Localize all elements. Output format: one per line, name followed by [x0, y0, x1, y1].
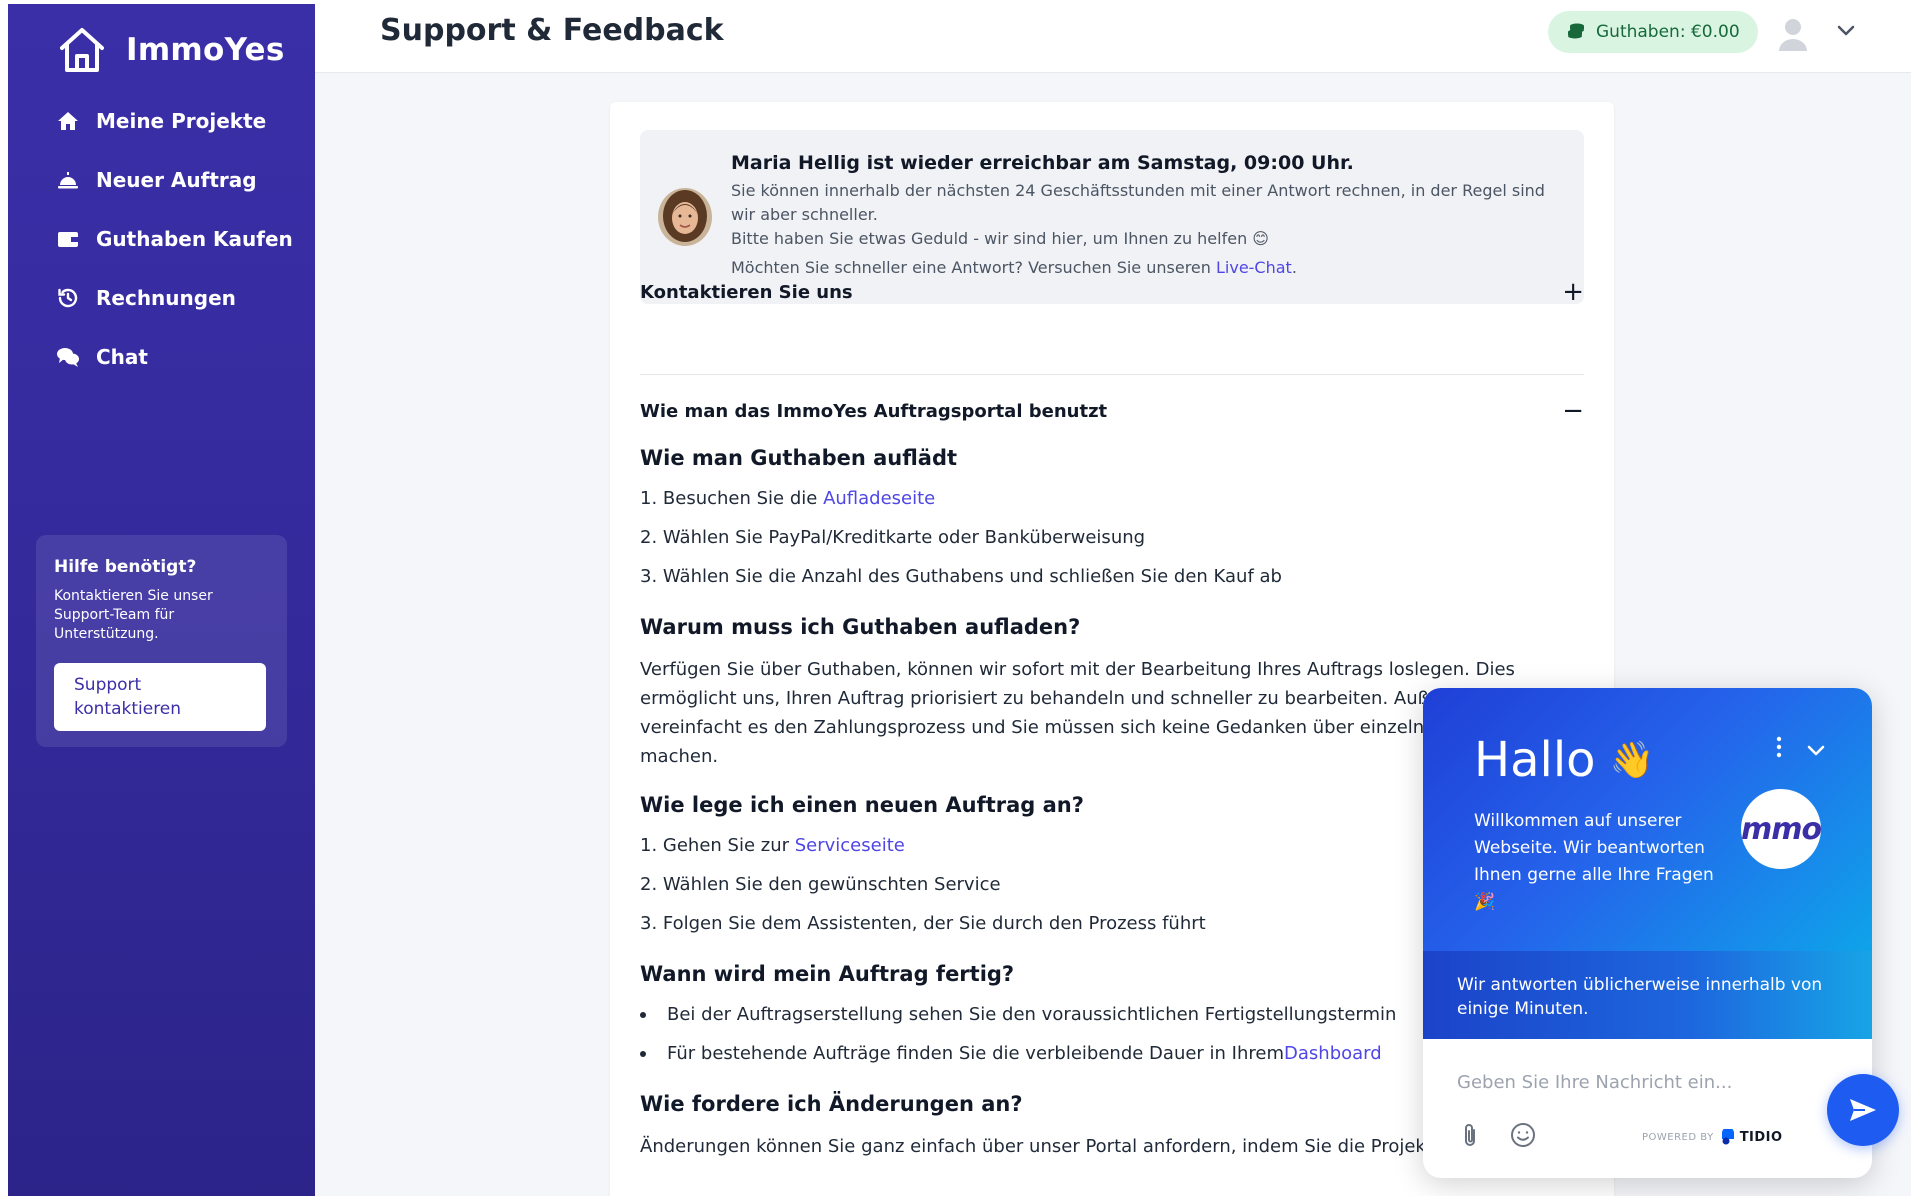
app-name: ImmoYes	[126, 32, 285, 68]
tidio-logo-icon	[1721, 1129, 1734, 1145]
plus-icon[interactable]: +	[1562, 277, 1584, 307]
faq-step: 3. Folgen Sie dem Assistenten, der Sie d…	[640, 913, 1206, 934]
coins-icon	[1568, 23, 1584, 39]
page-title: Support & Feedback	[380, 13, 724, 48]
accordion-label: Wie man das ImmoYes Auftragsportal benut…	[640, 400, 1108, 422]
bullet-dot	[640, 1050, 646, 1057]
serviceseite-link[interactable]: Serviceseite	[795, 835, 905, 856]
notice-title: Maria Hellig ist wieder erreichbar am Sa…	[731, 152, 1354, 174]
agent-avatar	[658, 188, 712, 246]
sidebar-item-label: Guthaben Kaufen	[96, 227, 293, 251]
minus-icon[interactable]: −	[1562, 396, 1584, 426]
faq-bullet: Bei der Auftragserstellung sehen Sie den…	[640, 1004, 1396, 1025]
faq-step: 1. Gehen Sie zur Serviceseite	[640, 835, 905, 856]
wave-emoji-icon: 👋	[1609, 740, 1655, 781]
company-logo: mmo	[1741, 789, 1821, 869]
home-icon	[54, 107, 82, 135]
faq-heading: Wie man Guthaben auflädt	[640, 446, 958, 470]
chat-header: Hallo 👋 Willkommen auf unserer Webseite. …	[1423, 688, 1872, 964]
accordion-label: Kontaktieren Sie uns	[640, 281, 853, 303]
balance-label: Guthaben: €0.00	[1596, 22, 1740, 42]
sidebar-item-label: Chat	[96, 345, 148, 369]
sidebar-item-label: Neuer Auftrag	[96, 168, 257, 192]
aufladeseite-link[interactable]: Aufladeseite	[823, 488, 935, 509]
company-logo-text: mmo	[1741, 811, 1821, 847]
powered-by[interactable]: POWERED BY TIDIO	[1642, 1129, 1783, 1145]
divider	[640, 374, 1584, 375]
chat-greeting: Hallo 👋	[1474, 732, 1654, 788]
app-window: ImmoYes Meine Projekte Neuer Auftrag Gut…	[8, 4, 1911, 1196]
sidebar-item-meine-projekte[interactable]: Meine Projekte	[54, 107, 266, 135]
faq-heading: Wie lege ich einen neuen Auftrag an?	[640, 793, 1084, 817]
attachment-icon[interactable]	[1461, 1122, 1479, 1148]
faq-step: 2. Wählen Sie den gewünschten Service	[640, 874, 1001, 895]
send-icon	[1850, 1099, 1876, 1121]
chat-bubbles-icon	[54, 343, 82, 371]
accordion-portal-usage[interactable]: Wie man das ImmoYes Auftragsportal benut…	[640, 396, 1584, 426]
user-avatar-icon[interactable]	[1777, 17, 1809, 51]
wallet-icon	[54, 225, 82, 253]
tidio-brand-text: TIDIO	[1739, 1129, 1783, 1145]
emoji-icon[interactable]	[1510, 1122, 1536, 1148]
chat-message-input[interactable]: Geben Sie Ihre Nachricht ein...	[1457, 1072, 1732, 1093]
chat-greeting-text: Hallo	[1474, 732, 1596, 788]
balance-badge[interactable]: Guthaben: €0.00	[1548, 11, 1758, 53]
sidebar-item-rechnungen[interactable]: Rechnungen	[54, 284, 236, 312]
faq-bullet: Für bestehende Aufträge finden Sie die v…	[640, 1043, 1382, 1064]
faq-step: 1. Besuchen Sie die Aufladeseite	[640, 488, 935, 509]
notice-body: Sie können innerhalb der nächsten 24 Ges…	[731, 179, 1551, 251]
powered-by-label: POWERED BY	[1642, 1131, 1714, 1143]
dashboard-link[interactable]: Dashboard	[1284, 1043, 1382, 1064]
live-chat-suffix: .	[1291, 258, 1297, 277]
support-contact-button[interactable]: Support kontaktieren	[54, 663, 266, 731]
help-box: Hilfe benötigt? Kontaktieren Sie unser S…	[36, 535, 287, 747]
faq-heading: Wann wird mein Auftrag fertig?	[640, 962, 1015, 986]
sidebar-item-chat[interactable]: Chat	[54, 343, 148, 371]
help-title: Hilfe benötigt?	[54, 557, 197, 577]
more-options-icon[interactable]	[1775, 736, 1783, 758]
sidebar-item-label: Rechnungen	[96, 286, 236, 310]
chat-description: Willkommen auf unserer Webseite. Wir bea…	[1474, 811, 1714, 912]
bullet-dot	[640, 1011, 646, 1018]
faq-step: 3. Wählen Sie die Anzahl des Guthabens u…	[640, 566, 1282, 587]
history-icon	[54, 284, 82, 312]
accordion-contact[interactable]: Kontaktieren Sie uns +	[640, 277, 1584, 307]
faq-step-text: 1. Besuchen Sie die	[640, 488, 824, 509]
chevron-down-icon[interactable]	[1806, 744, 1826, 758]
sidebar-item-label: Meine Projekte	[96, 109, 267, 133]
help-text: Kontaktieren Sie unser Support-Team für …	[54, 588, 213, 642]
top-header: Support & Feedback Guthaben: €0.00	[315, 4, 1911, 73]
live-chat-prefix: Möchten Sie schneller eine Antwort? Vers…	[731, 258, 1216, 277]
live-chat-hint: Möchten Sie schneller eine Antwort? Vers…	[731, 258, 1297, 277]
faq-heading: Warum muss ich Guthaben aufladen?	[640, 615, 1081, 639]
faq-bullet-text: Für bestehende Aufträge finden Sie die v…	[667, 1043, 1285, 1064]
tidio-brand: TIDIO	[1720, 1129, 1783, 1145]
notice-line: Bitte haben Sie etwas Geduld - wir sind …	[731, 229, 1269, 248]
faq-heading: Wie fordere ich Änderungen an?	[640, 1092, 1023, 1116]
reply-time-info: Wir antworten üblicherweise innerhalb vo…	[1423, 951, 1872, 1039]
bell-service-icon	[54, 166, 82, 194]
faq-step-text: 1. Gehen Sie zur	[640, 835, 795, 856]
chat-widget: Hallo 👋 Willkommen auf unserer Webseite. …	[1423, 688, 1872, 1178]
sidebar: ImmoYes Meine Projekte Neuer Auftrag Gut…	[8, 4, 315, 1196]
sidebar-item-neuer-auftrag[interactable]: Neuer Auftrag	[54, 166, 257, 194]
chevron-down-icon[interactable]	[1836, 24, 1856, 38]
faq-step: 2. Wählen Sie PayPal/Kreditkarte oder Ba…	[640, 527, 1146, 548]
app-logo[interactable]: ImmoYes	[56, 24, 285, 76]
sidebar-item-guthaben-kaufen[interactable]: Guthaben Kaufen	[54, 225, 293, 253]
live-chat-link[interactable]: Live-Chat	[1216, 258, 1292, 277]
house-logo-icon	[60, 28, 104, 72]
notice-line: Sie können innerhalb der nächsten 24 Ges…	[731, 181, 1545, 224]
chat-send-button[interactable]	[1827, 1074, 1899, 1146]
faq-bullet-text: Bei der Auftragserstellung sehen Sie den…	[667, 1004, 1397, 1025]
